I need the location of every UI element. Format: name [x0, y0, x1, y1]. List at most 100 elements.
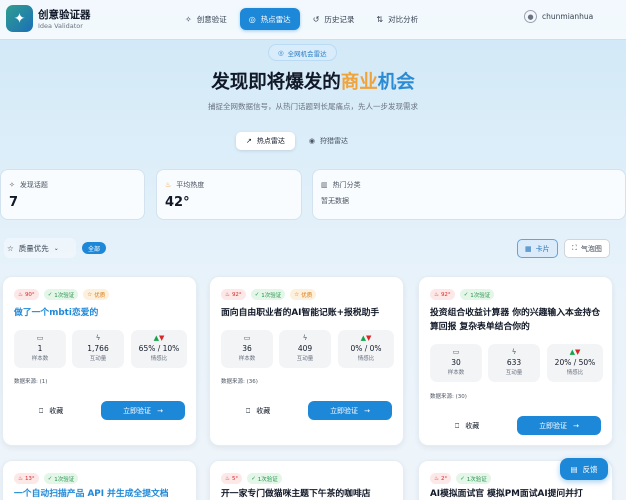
- validate-button[interactable]: 立即验证 →: [308, 401, 392, 420]
- verify-value: 1次验证: [257, 476, 278, 483]
- verify-badge: ✓ 1次验证: [247, 473, 282, 484]
- main-nav: ✧ 创意验证 ◎ 热点雷达 ↺ 历史记录 ⇅ 对比分析: [176, 8, 427, 30]
- nav-label: 对比分析: [388, 14, 419, 24]
- metric-value: 0% / 0%: [350, 344, 382, 353]
- bubble-chart-icon: ⛶: [572, 244, 577, 252]
- nav-item-compare[interactable]: ⇅ 对比分析: [367, 8, 427, 30]
- validate-label: 立即验证: [539, 421, 568, 430]
- idea-card[interactable]: ♨ 92° ✓ 1次验证 投资组合收益计算器 你的兴趣输入本金持仓算回报 复杂表…: [418, 276, 613, 446]
- score-badge: ♨ 2°: [430, 473, 452, 484]
- stat-topics: ✧ 发现话题 7: [0, 169, 145, 220]
- idea-card[interactable]: ♨ 90° ✓ 1次验证 ☆ 优质 做了一个mbti恋爱的 ▭ 1 样本数 ϟ …: [2, 276, 197, 446]
- favorite-button[interactable]: ⎕ 收藏: [39, 406, 63, 416]
- quality-value: 优质: [301, 292, 313, 299]
- favorite-button[interactable]: ⎕ 收藏: [455, 421, 479, 431]
- star-icon: ☆: [7, 243, 14, 253]
- card-title[interactable]: 开一家专门做猫咪主题下午茶的咖啡店: [221, 487, 399, 500]
- nav-item-history[interactable]: ↺ 历史记录: [304, 8, 364, 30]
- idea-card[interactable]: ♨ 5° ✓ 1次验证 开一家专门做猫咪主题下午茶的咖啡店: [209, 460, 404, 500]
- title-accent: 机会: [377, 72, 415, 93]
- target-icon: ◉: [308, 137, 315, 145]
- nav-label: 创意验证: [196, 14, 227, 24]
- metric-label: 情感比: [566, 370, 584, 376]
- arrow-right-icon: →: [364, 406, 370, 415]
- hero-pill-label: 全网机会雷达: [287, 49, 327, 58]
- tab-hot-radar[interactable]: ↗ 热点雷达: [236, 132, 295, 150]
- bookmark-icon: ⎕: [455, 421, 460, 430]
- title-prefix: 发现即将爆发的: [211, 72, 341, 93]
- trend-icon: ↗: [246, 137, 252, 145]
- metric-value: 30: [451, 358, 461, 367]
- tab-label: 狩猎雷达: [319, 137, 348, 145]
- stat-label: 平均热度: [176, 181, 205, 189]
- idea-card[interactable]: ♨ 92° ✓ 1次验证 ☆ 优质 面向自由职业者的AI智能记账+报税助手 ▭ …: [209, 276, 404, 446]
- score-badge: ♨ 90°: [14, 289, 39, 300]
- validate-label: 立即验证: [123, 406, 152, 415]
- verify-value: 1次验证: [54, 292, 75, 299]
- metric-value: 1: [37, 344, 43, 353]
- verify-badge: ✓ 1次验证: [456, 473, 491, 484]
- metric-value: 36: [242, 344, 252, 353]
- idea-card[interactable]: ♨ 13° ✓ 1次验证 一个自动扫描产品 API 并生成全提文档: [2, 460, 197, 500]
- metric-samples: ▭ 36 样本数: [221, 330, 273, 368]
- view-bubble-button[interactable]: ⛶ 气泡图: [564, 239, 610, 258]
- verify-badge: ✓ 1次验证: [459, 289, 495, 300]
- flame-icon: ♨: [165, 181, 172, 189]
- card-title[interactable]: AI模拟面试官 模拟PM面试AI提问并打: [430, 487, 608, 500]
- tab-hunt-radar[interactable]: ◉ 狩猎雷达: [299, 132, 358, 150]
- comment-icon: ▭: [243, 334, 251, 342]
- favorite-label: 收藏: [49, 407, 64, 415]
- filter-all-badge[interactable]: 全部: [82, 242, 107, 254]
- nav-item-radar[interactable]: ◎ 热点雷达: [239, 8, 300, 30]
- radar-icon: ◎: [278, 48, 284, 57]
- card-title[interactable]: 一个自动扫描产品 API 并生成全提文档: [14, 487, 192, 500]
- metric-value: 65% / 10%: [138, 344, 180, 353]
- mode-tabs: ↗ 热点雷达 ◉ 狩猎雷达: [234, 130, 394, 152]
- bookmark-icon: ⎕: [246, 406, 251, 415]
- card-title[interactable]: 做了一个mbti恋爱的: [14, 306, 192, 320]
- feedback-button[interactable]: ▤ 反馈: [560, 458, 608, 480]
- validate-label: 立即验证: [330, 406, 359, 415]
- view-label: 卡片: [535, 244, 550, 253]
- nav-item-validate[interactable]: ✧ 创意验证: [176, 8, 236, 30]
- validate-button[interactable]: 立即验证 →: [101, 401, 185, 420]
- lightning-icon: ϟ: [511, 348, 517, 356]
- score-badge: ♨ 13°: [14, 473, 39, 484]
- metric-label: 互动量: [505, 370, 523, 376]
- comment-icon: ▭: [36, 334, 44, 342]
- card-title[interactable]: 面向自由职业者的AI智能记账+报税助手: [221, 306, 399, 320]
- nav-label: 历史记录: [324, 14, 355, 24]
- score-value: 2°: [440, 475, 448, 482]
- tab-label: 热点雷达: [256, 137, 285, 145]
- page-subtitle: 捕捉全网数据信号，从热门话题到长尾痛点，先人一步发现需求: [208, 102, 418, 111]
- validate-button[interactable]: 立即验证 →: [517, 416, 601, 435]
- view-card-button[interactable]: ▦ 卡片: [517, 239, 558, 258]
- card-title[interactable]: 投资组合收益计算器 你的兴趣输入本金持仓算回报 复杂表单结合你的: [430, 306, 608, 334]
- sort-select[interactable]: ☆ 质量优先 ⌄: [4, 238, 76, 258]
- score-badge: ♨ 92°: [430, 289, 455, 300]
- favorite-label: 收藏: [465, 422, 480, 430]
- comment-icon: ▭: [452, 348, 460, 356]
- quality-badge: ☆ 优质: [290, 289, 317, 300]
- metric-value: 633: [506, 358, 522, 367]
- user-menu[interactable]: ● chunmianhua: [524, 10, 593, 23]
- radar-icon: ◎: [248, 14, 256, 24]
- score-badge: ♨ 5°: [221, 473, 243, 484]
- score-value: 92°: [231, 291, 242, 298]
- metric-sentiment: ▲▼ 0% / 0% 情感比: [338, 330, 394, 368]
- metric-value: 1,766: [87, 344, 109, 353]
- verify-value: 1次验证: [466, 476, 487, 483]
- metric-label: 互动量: [89, 356, 107, 362]
- stat-label: 发现话题: [19, 181, 48, 189]
- metric-value: 20% / 50%: [554, 358, 596, 367]
- score-value: 13°: [24, 475, 35, 482]
- metric-label: 情感比: [150, 356, 168, 362]
- view-label: 气泡图: [580, 244, 602, 253]
- data-source: 数据来源: (30): [430, 394, 467, 400]
- favorite-button[interactable]: ⎕ 收藏: [246, 406, 270, 416]
- avatar: ●: [524, 10, 537, 23]
- bookmark-icon: ⎕: [39, 406, 44, 415]
- feedback-label: 反馈: [582, 464, 598, 474]
- stat-label: 热门分类: [332, 181, 361, 189]
- metric-label: 样本数: [447, 370, 465, 376]
